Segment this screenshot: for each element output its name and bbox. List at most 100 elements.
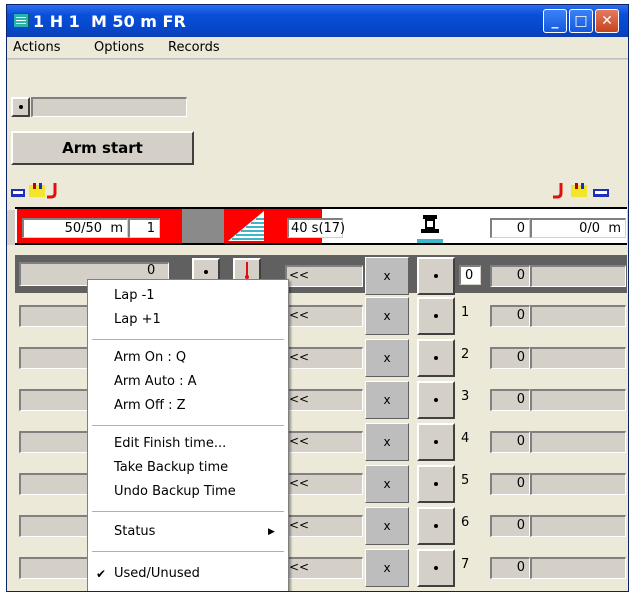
ctx-status[interactable]: Status ▶ [88,520,288,544]
lane-marker-field: << [285,305,363,327]
dot-icon [434,566,438,570]
context-menu: Lap -1 Lap +1 Arm On : Q Arm Auto : A Ar… [87,279,289,591]
lane-dot-button[interactable] [417,339,455,377]
dot-icon [434,482,438,486]
lane-count: 0 [516,434,525,449]
stairs-icon [228,211,264,241]
right-icon-group [553,181,625,199]
header-red-mid [224,209,282,243]
time-limit-value: 40 s(17) [291,221,346,236]
dot-icon [204,270,208,274]
lane-dot-button[interactable] [417,297,455,335]
lane-time-field [19,515,89,537]
lane-distance-field [530,305,626,327]
ctx-arm-auto[interactable]: Arm Auto : A [88,370,288,394]
lane-x-button[interactable]: x [365,507,409,545]
menu-actions[interactable]: Actions [13,40,61,55]
lane-count-field: 0 [490,305,530,327]
ctx-lap-minus[interactable]: Lap -1 [88,284,288,308]
app-icon [13,13,29,28]
lane-number: 2 [461,343,481,363]
lane-number-label: 1 [461,305,470,320]
dot-icon [18,105,23,109]
lane-count: 0 [516,268,525,283]
distance-value: 50/50 m [64,221,123,236]
ctx-lap-plus[interactable]: Lap +1 [88,308,288,332]
lane-number: 7 [461,553,481,573]
lane-marker: << [289,518,310,532]
lane-marker-field: << [285,557,363,579]
lane-count: 0 [516,392,525,407]
maximize-button[interactable]: □ [569,9,593,33]
lane-distance-field [530,431,626,453]
ctx-undo-backup-time[interactable]: Undo Backup Time [88,480,288,504]
ctx-arm-on[interactable]: Arm On : Q [88,346,288,370]
header-blocks-cell [417,209,443,243]
lane-count: 0 [516,560,525,575]
menu-records[interactable]: Records [168,40,220,55]
lane-x-button[interactable]: x [365,257,409,295]
lane-x-button[interactable]: x [365,297,409,335]
left-icon-group [11,181,83,199]
dot-icon [434,314,438,318]
lane-marker: << [289,268,310,282]
lane-dot-button[interactable] [417,257,455,295]
lane-marker: << [289,350,310,364]
minimize-icon: _ [551,13,559,29]
lane-marker-field: << [285,265,363,287]
app-window: 1 H 1 M 50 m FR _ □ ✕ Actions Options Re… [6,4,629,592]
lane-x-button[interactable]: x [365,339,409,377]
time-limit-field: 40 s(17) [287,218,346,238]
ctx-status-label: Status [114,524,156,539]
lane-distance-field [530,557,626,579]
lane-marker: << [289,476,310,490]
ctx-edit-finish-time[interactable]: Edit Finish time... [88,432,288,456]
lane-time-field [19,473,89,495]
lane-number-label: 5 [461,473,470,488]
close-button[interactable]: ✕ [595,9,619,33]
lane-dot-button[interactable] [417,465,455,503]
lane-count: 0 [516,518,525,533]
lane-number-label: 2 [461,347,470,362]
lane-x-button[interactable]: x [365,549,409,587]
maximize-icon: □ [574,13,588,29]
arm-indicator-button[interactable] [11,97,30,117]
lane-count-field: 0 [490,473,530,495]
lane-x-button[interactable]: x [365,381,409,419]
ctx-used-unused[interactable]: ✔ Used/Unused [88,562,288,586]
lane-count-field: 0 [490,347,530,369]
title-bar[interactable]: 1 H 1 M 50 m FR _ □ ✕ [7,5,628,37]
ctx-separator [92,339,284,340]
ctx-separator [92,551,284,552]
lane-marker: << [289,392,310,406]
lane-x-button[interactable]: x [365,423,409,461]
ctx-separator [92,425,284,426]
lap-count-field: 1 [128,218,160,238]
lane-dot-button[interactable] [417,507,455,545]
arm-start-button[interactable]: Arm start [11,131,194,165]
lane-dot-button[interactable] [417,423,455,461]
lane-dot-button[interactable] [417,381,455,419]
dot-icon [434,524,438,528]
minimize-button[interactable]: _ [543,9,567,33]
lane-marker-field: << [285,389,363,411]
close-icon: ✕ [601,13,613,29]
dot-icon [434,274,438,278]
lane-count-field: 0 [490,431,530,453]
swimmer-blocks-icon [11,183,57,199]
lane-x-button[interactable]: x [365,465,409,503]
lane-number: 5 [461,469,481,489]
ctx-take-backup-time[interactable]: Take Backup time [88,456,288,480]
count-value: 0 [516,221,525,236]
ctx-arm-off[interactable]: Arm Off : Z [88,394,288,418]
lane-dot-button[interactable] [417,549,455,587]
menu-options[interactable]: Options [94,40,144,55]
submenu-arrow-icon: ▶ [268,527,275,537]
distance-field: 50/50 m [22,218,128,238]
lane-count: 0 [516,350,525,365]
lane-distance-field [530,265,626,287]
status-field [31,97,187,117]
ctx-separator [92,511,284,512]
lane-number-label: 3 [461,389,470,404]
dot-icon [434,398,438,402]
